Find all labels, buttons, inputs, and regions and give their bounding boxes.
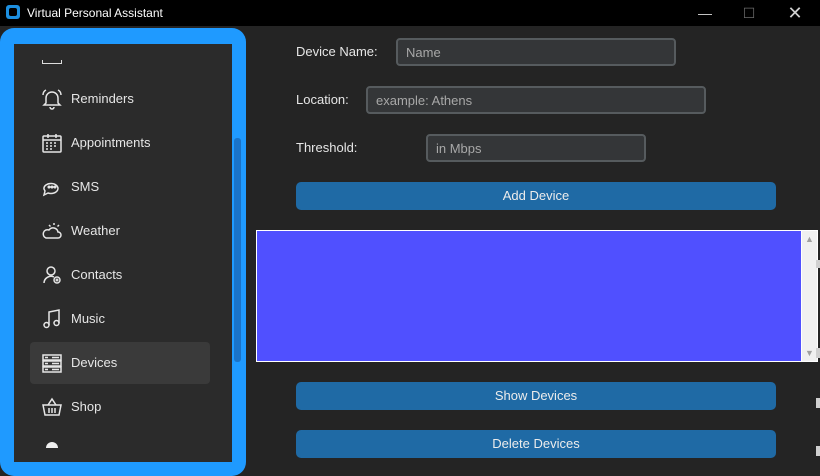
edge-widget <box>816 260 820 268</box>
device-name-label: Device Name: <box>296 44 378 59</box>
scroll-up-icon[interactable]: ▲ <box>802 234 817 244</box>
sidebar-item-devices[interactable]: Devices <box>30 342 210 384</box>
minimize-button[interactable]: — <box>682 0 728 26</box>
device-name-input[interactable] <box>396 38 676 66</box>
edge-widget <box>816 446 820 456</box>
calendar-icon <box>40 131 64 155</box>
contact-icon <box>40 263 64 287</box>
show-devices-button[interactable]: Show Devices <box>296 382 776 410</box>
sidebar-item-sms[interactable]: SMS <box>30 166 210 208</box>
edge-widget <box>816 398 820 408</box>
sidebar-item-shop[interactable]: Shop <box>30 386 210 428</box>
sidebar-item-reminders[interactable]: Reminders <box>30 78 210 120</box>
sidebar-item-label: Devices <box>71 355 118 370</box>
window-title: Virtual Personal Assistant <box>27 6 163 20</box>
sidebar-item-contacts[interactable]: Contacts <box>30 254 210 296</box>
sidebar-item-label: Contacts <box>71 267 123 282</box>
delete-devices-button[interactable]: Delete Devices <box>296 430 776 458</box>
sidebar-item-weather[interactable]: Weather <box>30 210 210 252</box>
maximize-button[interactable]: ☐ <box>726 0 772 26</box>
location-input[interactable] <box>366 86 706 114</box>
sidebar-item-appointments[interactable]: Appointments <box>30 122 210 164</box>
sidebar-item-label: Appointments <box>71 135 151 150</box>
music-icon <box>40 307 64 331</box>
basket-icon <box>40 395 64 419</box>
sidebar: Reminders Appointments SMS Weather Conta… <box>14 44 232 462</box>
app-icon <box>6 5 20 19</box>
devices-icon <box>40 351 64 375</box>
close-button[interactable]: ✕ <box>772 0 818 26</box>
sidebar-item-label: Music <box>71 311 105 326</box>
edge-widget <box>816 348 820 358</box>
title-bar: Virtual Personal Assistant — ☐ ✕ <box>0 0 820 26</box>
partial-icon <box>42 60 62 64</box>
sidebar-item-label: Reminders <box>71 91 134 106</box>
sidebar-item-label: Shop <box>71 399 102 414</box>
sidebar-scrollbar[interactable] <box>234 138 241 362</box>
location-label: Location: <box>296 92 349 107</box>
sidebar-item-music[interactable]: Music <box>30 298 210 340</box>
add-device-button[interactable]: Add Device <box>296 182 776 210</box>
listbox-scrollbar[interactable]: ▲ ▼ <box>802 231 817 361</box>
sidebar-item-label: SMS <box>71 179 100 194</box>
devices-list-area[interactable] <box>257 231 801 361</box>
scroll-down-icon[interactable]: ▼ <box>802 348 817 358</box>
partial-icon <box>46 442 58 448</box>
bell-icon <box>40 87 64 111</box>
sidebar-item-label: Weather <box>71 223 120 238</box>
threshold-label: Threshold: <box>296 140 358 155</box>
chat-icon <box>40 175 64 199</box>
devices-listbox: ▲ ▼ <box>256 230 818 362</box>
weather-icon <box>40 219 64 243</box>
threshold-input[interactable] <box>426 134 646 162</box>
